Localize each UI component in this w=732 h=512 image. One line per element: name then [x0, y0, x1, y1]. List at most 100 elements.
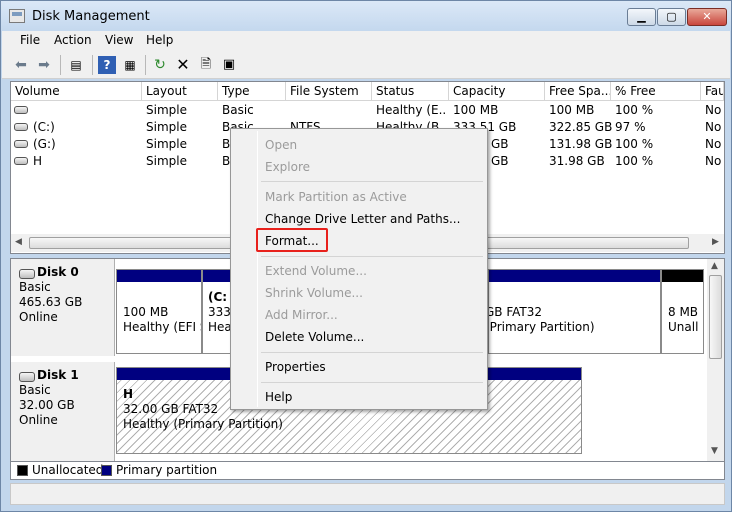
cell-volume: (C:): [33, 120, 55, 134]
partition-status: Healthy (Primary Partition): [123, 417, 283, 431]
disk-management-icon: [9, 9, 25, 23]
volume-disk-icon: [14, 123, 28, 131]
legend: Unallocated Primary partition: [10, 462, 725, 480]
window-title: Disk Management: [32, 9, 150, 24]
disk-1-size: 32.00 GB: [19, 398, 75, 412]
partition-size: 100 MB: [123, 305, 169, 319]
title-bar: Disk Management ▁ ▢ ✕: [1, 1, 731, 31]
disk-0-label[interactable]: Disk 0 Basic 465.63 GB Online: [11, 259, 115, 356]
disk-0-type: Basic: [19, 280, 51, 294]
menu-item-shrink-volume: Shrink Volume...: [265, 286, 363, 300]
vertical-scrollbar[interactable]: ▲ ▼: [707, 259, 724, 461]
toolbar-separator: [145, 55, 146, 75]
menu-separator: [261, 256, 483, 257]
scroll-up-icon[interactable]: ▲: [711, 261, 718, 271]
menu-file[interactable]: File: [20, 33, 40, 47]
partition-status: Unall: [668, 320, 699, 334]
volume-disk-icon: [14, 106, 28, 114]
cell-layout: Simple: [146, 120, 187, 134]
menu-item-properties[interactable]: Properties: [265, 360, 326, 374]
partition-bar: [117, 270, 201, 282]
disk-0-efi-partition[interactable]: 100 MB Healthy (EFI S: [116, 269, 202, 354]
menu-separator: [261, 181, 483, 182]
toolbar-separator: [92, 55, 93, 75]
column-file-system[interactable]: File System: [286, 82, 372, 101]
menu-item-open: Open: [265, 138, 298, 152]
scroll-right-icon[interactable]: ▶: [712, 237, 719, 247]
disk-0-fat32-partition[interactable]: GB FAT32 (Primary Partition): [488, 269, 661, 354]
cell-fault-tolerance: No: [705, 103, 722, 117]
column-capacity[interactable]: Capacity: [449, 82, 545, 101]
menu-item-help[interactable]: Help: [265, 390, 292, 404]
minimize-button[interactable]: ▁: [627, 8, 656, 26]
cell-fault-tolerance: No: [705, 120, 722, 134]
properties-icon[interactable]: 🗎: [197, 56, 215, 74]
cell-layout: Simple: [146, 137, 187, 151]
partition-text: 8 MB Unall: [668, 305, 698, 335]
table-row[interactable]: Simple Basic Healthy (E... 100 MB 100 MB…: [11, 102, 724, 119]
column-fault-tolerance[interactable]: Fau: [701, 82, 724, 101]
delete-icon[interactable]: ✕: [174, 56, 192, 74]
toolbar: ⬅ ➡ ▤ ? ▦ ↻ ✕ 🗎 ▣: [2, 51, 730, 79]
cell-type: B: [222, 137, 231, 151]
cell-fault-tolerance: No: [705, 154, 722, 168]
partition-text: 100 MB Healthy (EFI S: [123, 305, 201, 335]
vertical-scroll-thumb[interactable]: [709, 275, 722, 359]
cell-percent-free: 100 %: [615, 103, 654, 117]
menu-item-change-drive-letter[interactable]: Change Drive Letter and Paths...: [265, 212, 460, 226]
menu-view[interactable]: View: [105, 33, 133, 47]
show-hide-tree-icon[interactable]: ▤: [67, 56, 85, 74]
partition-size: 8 MB: [668, 305, 699, 319]
partition-status: (Primary Partition): [488, 320, 595, 334]
cell-free-space: 322.85 GB: [549, 120, 613, 134]
column-status[interactable]: Status: [372, 82, 449, 101]
scroll-down-icon[interactable]: ▼: [711, 446, 718, 456]
cell-percent-free: 97 %: [615, 120, 646, 134]
maximize-button[interactable]: ▢: [657, 8, 686, 26]
legend-primary-partition: Primary partition: [116, 463, 218, 477]
show-hide-action-pane-icon[interactable]: ▦: [121, 56, 139, 74]
disk-1-label[interactable]: Disk 1 Basic 32.00 GB Online: [11, 362, 115, 461]
disk-0-name: Disk 0: [19, 265, 114, 280]
cell-status: Healthy (E...: [376, 103, 446, 117]
partition-bar: [489, 270, 660, 282]
back-icon[interactable]: ⬅: [12, 56, 30, 74]
context-menu-gutter: [257, 131, 258, 407]
partition-bar: [662, 270, 703, 282]
column-type[interactable]: Type: [218, 82, 286, 101]
column-volume[interactable]: Volume: [11, 82, 142, 101]
menu-action[interactable]: Action: [54, 33, 92, 47]
menu-item-delete-volume[interactable]: Delete Volume...: [265, 330, 364, 344]
help-icon[interactable]: ?: [98, 56, 116, 74]
menu-separator: [261, 352, 483, 353]
cell-type: Basic: [222, 103, 254, 117]
cell-percent-free: 100 %: [615, 137, 654, 151]
refresh-icon[interactable]: ↻: [151, 56, 169, 74]
column-percent-free[interactable]: % Free: [611, 82, 701, 101]
rescan-icon[interactable]: ▣: [220, 56, 238, 74]
column-layout[interactable]: Layout: [142, 82, 218, 101]
legend-unallocated: Unallocated: [32, 463, 104, 477]
cell-capacity: 100 MB: [453, 103, 499, 117]
column-free-space[interactable]: Free Spa...: [545, 82, 611, 101]
cell-free-space: 31.98 GB: [549, 154, 605, 168]
status-bar: [10, 483, 725, 505]
cell-free-space: 100 MB: [549, 103, 595, 117]
unallocated-swatch: [17, 465, 28, 476]
cell-capacity: GB: [491, 154, 509, 168]
close-button[interactable]: ✕: [687, 8, 727, 26]
cell-percent-free: 100 %: [615, 154, 654, 168]
disk-1-state: Online: [19, 413, 58, 427]
cell-free-space: 131.98 GB: [549, 137, 613, 151]
menu-item-mark-active: Mark Partition as Active: [265, 190, 407, 204]
disk-1-name: Disk 1: [19, 368, 114, 383]
format-highlight-box: [256, 228, 328, 252]
disk-0-unallocated[interactable]: 8 MB Unall: [661, 269, 704, 354]
scroll-left-icon[interactable]: ◀: [15, 237, 22, 247]
disk-0-size: 465.63 GB: [19, 295, 83, 309]
menu-help[interactable]: Help: [146, 33, 173, 47]
menu-item-explore: Explore: [265, 160, 311, 174]
forward-icon[interactable]: ➡: [35, 56, 53, 74]
primary-partition-swatch: [101, 465, 112, 476]
disk-0-state: Online: [19, 310, 58, 324]
